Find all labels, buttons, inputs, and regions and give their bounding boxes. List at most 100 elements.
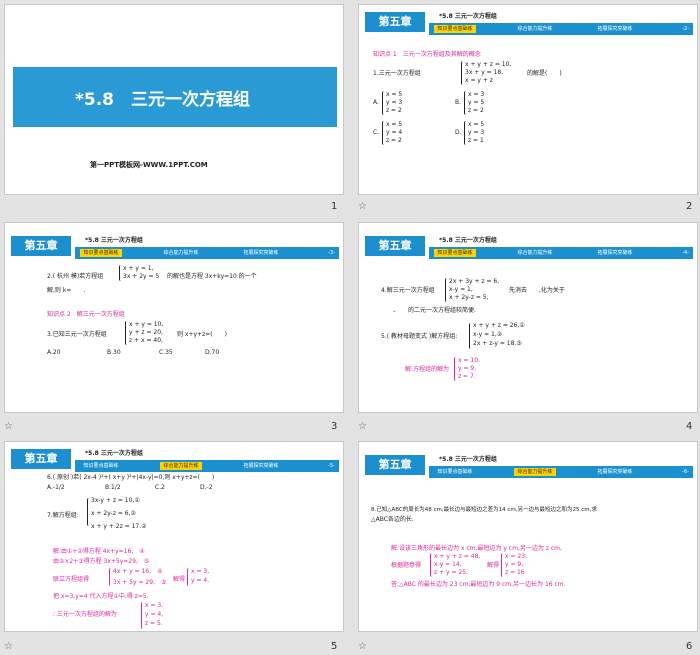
option-line: y = 3: [386, 99, 403, 106]
slide-number: 5: [331, 641, 338, 652]
answer-line: z = 7.: [458, 373, 476, 380]
option-line: z = 2: [468, 107, 484, 114]
tab-explore[interactable]: 拓展探究突破练: [240, 462, 282, 470]
slide-header: 第五章 *5.8 三元一次方程组 知识要点基础练 综合能力提升练 拓展探究突破练…: [5, 233, 343, 261]
equation: 2x + z-y = 18.③: [473, 340, 522, 347]
option-line: y = 3: [468, 129, 485, 136]
question-6: 6.( 原创 )若( 2x-4 )²+( x+y )²+|4x-y|=0,则 x…: [47, 474, 215, 481]
chapter-label: 第五章: [365, 12, 425, 32]
slide-header: 第五章 *5.8 三元一次方程组 知识要点基础练 综合能力提升练 拓展探究突破练…: [359, 9, 697, 37]
option-line: z = 2: [386, 107, 402, 114]
star-icon[interactable]: ☆: [358, 201, 367, 212]
slide-1[interactable]: *5.8 三元一次方程组 第一PPT模板网-WWW.1PPT.COM: [4, 4, 344, 195]
question-5: 5.( 教材母题变式 )解方程组:: [381, 333, 458, 340]
page-indicator: -6-: [682, 469, 689, 475]
tab-advanced[interactable]: 综合能力提升练: [160, 462, 202, 470]
equation: x + 2y-z = 5,: [449, 294, 489, 301]
slide-5[interactable]: 第五章 *5.8 三元一次方程组 知识要点基础练 综合能力提升练 拓展探究突破练…: [4, 441, 344, 632]
solution-mid: 解得: [487, 562, 500, 569]
chapter-label: 第五章: [365, 236, 425, 256]
tab-advanced[interactable]: 综合能力提升练: [514, 249, 556, 257]
option-line: x = 3: [468, 91, 485, 98]
tab-explore[interactable]: 拓展探究突破练: [240, 249, 282, 257]
star-icon[interactable]: ☆: [4, 641, 13, 652]
equation: 3x-y + z = 10,①: [91, 497, 140, 504]
knowledge-point: 知识点 1 三元一次方程组及其解的概念: [373, 51, 481, 58]
solution-line: 联立方程组得: [53, 576, 90, 583]
solution-eq: x-y = 14,: [434, 561, 462, 568]
tab-basic[interactable]: 知识要点基础练: [434, 249, 476, 257]
question-2-cont: 的解也是方程 3x+ky=10 的一个: [167, 273, 257, 280]
slide-number: 2: [686, 201, 693, 212]
header-title: *5.8 三元一次方程组: [439, 237, 497, 244]
solution-eq: x + y + z = 48,: [434, 553, 481, 560]
equation: x + 2y-z = 6,②: [91, 510, 136, 517]
solution-line: 解:设该三角形的最长边为 x cm,最短边为 y cm,另一边为 z cm,: [391, 545, 562, 552]
question-3: 3.已知三元一次方程组: [47, 331, 107, 338]
page-indicator: -2-: [682, 26, 689, 32]
answer-label: 解:方程组的解为: [405, 366, 450, 373]
page-indicator: -3-: [328, 250, 335, 256]
tab-advanced[interactable]: 综合能力提升练: [514, 25, 556, 33]
equation: x + y = 10,: [129, 321, 164, 328]
question-8: 8.已知△ABC的周长为48 cm,最长边与最短边之差为14 cm,另一边与最短…: [371, 507, 597, 513]
option-line: z = 2: [386, 137, 402, 144]
option-line: y = 5: [468, 99, 485, 106]
header-title: *5.8 三元一次方程组: [85, 237, 143, 244]
option-c: C.2: [155, 484, 165, 491]
solution-line: 解:由①+②得方程 4x+y=16, ④: [53, 548, 145, 555]
solution-eq: x = 3,: [191, 568, 210, 575]
option-label: D.: [455, 129, 462, 136]
tab-basic[interactable]: 知识要点基础练: [434, 25, 476, 33]
tab-basic[interactable]: 知识要点基础练: [434, 468, 476, 476]
option-label: B.: [455, 99, 462, 106]
option-b: B.30: [107, 349, 121, 356]
equation: z + x = 40,: [129, 337, 163, 344]
option-a: A.20: [47, 349, 61, 356]
option-line: z = 1: [468, 137, 484, 144]
solution-eq: 3x + 5y = 29, ⑤: [113, 579, 167, 586]
solution-line: 由②×2+③得方程 3x+5y=29, ⑤: [53, 558, 150, 565]
option-line: y = 4: [386, 129, 403, 136]
slide-subtitle: 第一PPT模板网-WWW.1PPT.COM: [90, 161, 208, 169]
equation: x = y + z: [465, 77, 493, 84]
question-tail: 的解是( ): [527, 70, 562, 77]
solution-eq: z = 5.: [145, 620, 163, 627]
question-4-blank: 、 的二元一次方程组较简便.: [381, 307, 476, 314]
solution-eq: 4x + y = 16, ④: [113, 568, 163, 575]
tab-basic[interactable]: 知识要点基础练: [80, 249, 122, 257]
slide-header: 第五章 *5.8 三元一次方程组 知识要点基础练 综合能力提升练 拓展探究突破练…: [359, 452, 697, 480]
answer-line: x = 10,: [458, 357, 480, 364]
option-d: D.70: [205, 349, 220, 356]
header-title: *5.8 三元一次方程组: [85, 450, 143, 457]
question-8-cont: △ABC各边的长.: [371, 516, 414, 523]
tab-explore[interactable]: 拓展探究突破练: [594, 468, 636, 476]
equation: y + z = 20,: [129, 329, 163, 336]
question-4-cont: 先消去 ,化为关于: [509, 287, 565, 294]
tab-advanced[interactable]: 综合能力提升练: [514, 468, 556, 476]
slide-title: *5.8 三元一次方程组: [75, 90, 251, 110]
slide-2[interactable]: 第五章 *5.8 三元一次方程组 知识要点基础练 综合能力提升练 拓展探究突破练…: [358, 4, 698, 195]
tab-basic[interactable]: 知识要点基础练: [80, 462, 122, 470]
slide-number: 6: [686, 641, 693, 652]
slide-6[interactable]: 第五章 *5.8 三元一次方程组 知识要点基础练 综合能力提升练 拓展探究突破练…: [358, 441, 698, 632]
star-icon[interactable]: ☆: [358, 641, 367, 652]
solution-eq: y = 4.: [191, 577, 210, 584]
slide-header: 第五章 *5.8 三元一次方程组 知识要点基础练 综合能力提升练 拓展探究突破练…: [5, 446, 343, 474]
tab-explore[interactable]: 拓展探究突破练: [594, 25, 636, 33]
option-line: x = 5: [468, 121, 485, 128]
solution-line: 把 x=3,y=4 代入方程①中,得 z=5.: [53, 593, 149, 600]
slide-3[interactable]: 第五章 *5.8 三元一次方程组 知识要点基础练 综合能力提升练 拓展探究突破练…: [4, 222, 344, 413]
question-3-tail: 则 x+y+z=( ): [177, 331, 227, 338]
solution-eq: y = 9,: [505, 561, 524, 568]
chapter-label: 第五章: [365, 455, 425, 475]
equation: 3x + 2y = 5: [123, 273, 160, 280]
tab-explore[interactable]: 拓展探究突破练: [594, 249, 636, 257]
tab-advanced[interactable]: 综合能力提升练: [160, 249, 202, 257]
slide-4[interactable]: 第五章 *5.8 三元一次方程组 知识要点基础练 综合能力提升练 拓展探究突破练…: [358, 222, 698, 413]
star-icon[interactable]: ☆: [358, 421, 367, 432]
question-2-blank: 解,则 k= .: [47, 287, 86, 294]
star-icon[interactable]: ☆: [4, 421, 13, 432]
option-label: C.: [373, 129, 380, 136]
solution-eq: x = 23,: [505, 553, 527, 560]
